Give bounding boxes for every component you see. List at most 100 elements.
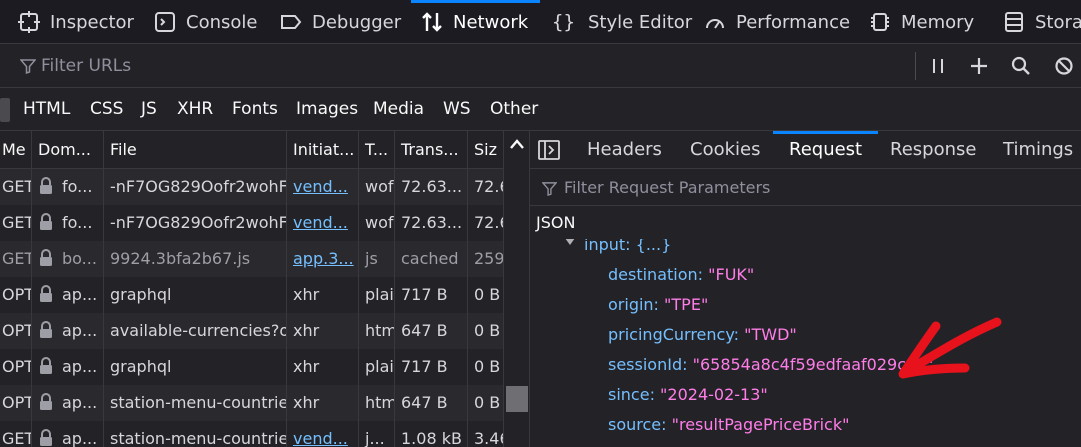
lock-icon bbox=[40, 393, 52, 410]
cell-domain: ap... bbox=[32, 277, 104, 313]
type-filter-ws[interactable]: WS bbox=[443, 99, 471, 119]
chevron-up-icon[interactable] bbox=[509, 137, 525, 151]
cell-size: 0 B bbox=[474, 285, 501, 304]
tab-performance[interactable]: Performance bbox=[704, 0, 851, 43]
cell-method: OPT bbox=[0, 385, 32, 421]
tab-label: Performance bbox=[736, 11, 851, 33]
cell-size: 0 B bbox=[474, 393, 501, 412]
column-method[interactable]: Me bbox=[0, 131, 32, 169]
cell-transferred: 717 B bbox=[395, 277, 468, 313]
braces-icon: {} bbox=[552, 11, 575, 33]
tab-debugger[interactable]: Debugger bbox=[280, 0, 401, 43]
cell-initiator[interactable]: vend... bbox=[287, 205, 359, 241]
request-details-panel: Headers Cookies Request Response Timings… bbox=[530, 131, 1081, 447]
cell-transferred: cached bbox=[395, 241, 468, 277]
block-icon bbox=[1055, 57, 1073, 75]
filter-urls-input[interactable]: Filter URLs bbox=[41, 56, 131, 76]
tree-node-input[interactable]: input: {...} bbox=[565, 239, 672, 254]
domain-text: ap... bbox=[62, 429, 98, 447]
cell-domain: bo... bbox=[32, 241, 104, 277]
filter-icon bbox=[542, 182, 557, 196]
lock-icon bbox=[40, 213, 52, 230]
toggle-sidebar-icon[interactable] bbox=[538, 140, 560, 160]
column-type[interactable]: T... bbox=[359, 131, 395, 169]
tab-inspector[interactable]: Inspector bbox=[18, 0, 134, 43]
filter-icon bbox=[20, 59, 36, 74]
type-filter-xhr[interactable]: XHR bbox=[177, 99, 213, 119]
type-filter-js[interactable]: JS bbox=[141, 99, 157, 119]
tab-network[interactable]: Network bbox=[410, 0, 541, 43]
json-param-row[interactable]: sessionId: "65854a8c4f59edfaaf029c8a" bbox=[608, 355, 933, 374]
json-param-row[interactable]: source: "resultPagePriceBrick" bbox=[608, 415, 849, 434]
tab-headers[interactable]: Headers bbox=[587, 131, 662, 169]
cell-domain: fo... bbox=[32, 169, 104, 205]
cell-file: -nF7OG829Oofr2wohF bbox=[104, 205, 287, 241]
tab-label: Style Editor bbox=[588, 11, 693, 33]
table-row[interactable]: OPT ap... graphql xhr plai 717 B 0 B bbox=[0, 349, 503, 385]
column-file[interactable]: File bbox=[104, 131, 287, 169]
type-filter-other[interactable]: Other bbox=[490, 99, 538, 119]
cell-initiator[interactable]: app.3... bbox=[287, 241, 359, 277]
column-domain[interactable]: Dom... bbox=[32, 131, 104, 169]
type-filter-images[interactable]: Images bbox=[296, 99, 358, 119]
tab-memory[interactable]: Memory bbox=[869, 0, 974, 43]
tab-timings[interactable]: Timings bbox=[1003, 131, 1073, 169]
column-size[interactable]: Siz bbox=[468, 131, 503, 169]
tree-node-label: input: {...} bbox=[584, 239, 672, 254]
type-filter-css[interactable]: CSS bbox=[90, 99, 123, 119]
table-scrollbar[interactable] bbox=[503, 131, 529, 447]
param-key: pricingCurrency: bbox=[608, 325, 740, 344]
table-row[interactable]: OPT ap... graphql xhr plai 717 B 0 B bbox=[0, 277, 503, 313]
cell-transferred: 72.63... bbox=[395, 169, 468, 205]
column-initiator[interactable]: Initiat... bbox=[287, 131, 359, 169]
filter-params-input[interactable]: Filter Request Parameters bbox=[564, 178, 770, 197]
param-value: "TPE" bbox=[664, 295, 709, 314]
cell-initiator[interactable]: vend... bbox=[287, 421, 359, 447]
cell-file: station-menu-countrie bbox=[104, 421, 287, 447]
table-row[interactable]: OPT ap... available-currencies?o xhr htm 647 … bbox=[0, 313, 503, 349]
expand-triangle-icon[interactable] bbox=[564, 239, 576, 247]
table-row[interactable]: GET fo... -nF7OG829Oofr2wohF vend... wof 72.6… bbox=[0, 205, 503, 241]
tab-storage[interactable]: Storag bbox=[1003, 0, 1081, 43]
domain-text: ap... bbox=[62, 357, 98, 376]
search-button[interactable] bbox=[1009, 54, 1033, 78]
add-request-button[interactable] bbox=[967, 54, 991, 78]
cell-file: available-currencies?o bbox=[104, 313, 287, 349]
param-value: "TWD" bbox=[744, 325, 797, 344]
table-row[interactable]: OPT ap... station-menu-countrie xhr htm 647 B… bbox=[0, 385, 503, 421]
all-filter-button[interactable] bbox=[0, 98, 10, 122]
type-filter-fonts[interactable]: Fonts bbox=[232, 99, 278, 119]
tab-style-editor[interactable]: {} Style Editor bbox=[552, 0, 693, 43]
inspector-icon bbox=[18, 11, 40, 33]
type-filter-bar: HTML CSS JS XHR Fonts Images Media WS Ot… bbox=[0, 88, 1081, 131]
tab-request[interactable]: Request bbox=[772, 131, 879, 169]
pause-button[interactable] bbox=[926, 54, 950, 78]
tab-label: Network bbox=[453, 11, 529, 33]
clear-button[interactable] bbox=[1052, 54, 1076, 78]
json-param-row[interactable]: pricingCurrency: "TWD" bbox=[608, 325, 797, 344]
lock-icon bbox=[40, 285, 52, 302]
type-filter-media[interactable]: Media bbox=[373, 99, 424, 119]
cell-method: OPT bbox=[0, 277, 32, 313]
json-param-row[interactable]: origin: "TPE" bbox=[608, 295, 708, 314]
table-row[interactable]: GET bo... 9924.3bfa2b67.js app.3... js cached… bbox=[0, 241, 503, 277]
table-row[interactable]: GET ap... station-menu-countrie vend... j...… bbox=[0, 421, 503, 447]
param-key: origin: bbox=[608, 295, 659, 314]
cell-transferred: 72.63... bbox=[395, 205, 468, 241]
tab-console[interactable]: Console bbox=[154, 0, 257, 43]
cell-domain: ap... bbox=[32, 313, 104, 349]
column-transferred[interactable]: Trans... bbox=[395, 131, 468, 169]
cell-initiator[interactable]: vend... bbox=[287, 169, 359, 205]
json-param-row[interactable]: destination: "FUK" bbox=[608, 265, 754, 284]
scrollbar-thumb[interactable] bbox=[506, 386, 528, 412]
cell-size: 72.6 bbox=[474, 177, 503, 196]
search-icon bbox=[1011, 56, 1030, 75]
table-header: Me Dom... File Initiat... T... Trans... … bbox=[0, 131, 503, 169]
tab-cookies[interactable]: Cookies bbox=[690, 131, 760, 169]
json-param-row[interactable]: since: "2024-02-13" bbox=[608, 385, 768, 404]
cell-file: graphql bbox=[104, 349, 287, 385]
tab-response[interactable]: Response bbox=[890, 131, 976, 169]
type-filter-html[interactable]: HTML bbox=[23, 99, 70, 119]
cell-type: js bbox=[359, 241, 395, 277]
table-row[interactable]: GET fo... -nF7OG829Oofr2wohF vend... wof 72.6… bbox=[0, 169, 503, 205]
